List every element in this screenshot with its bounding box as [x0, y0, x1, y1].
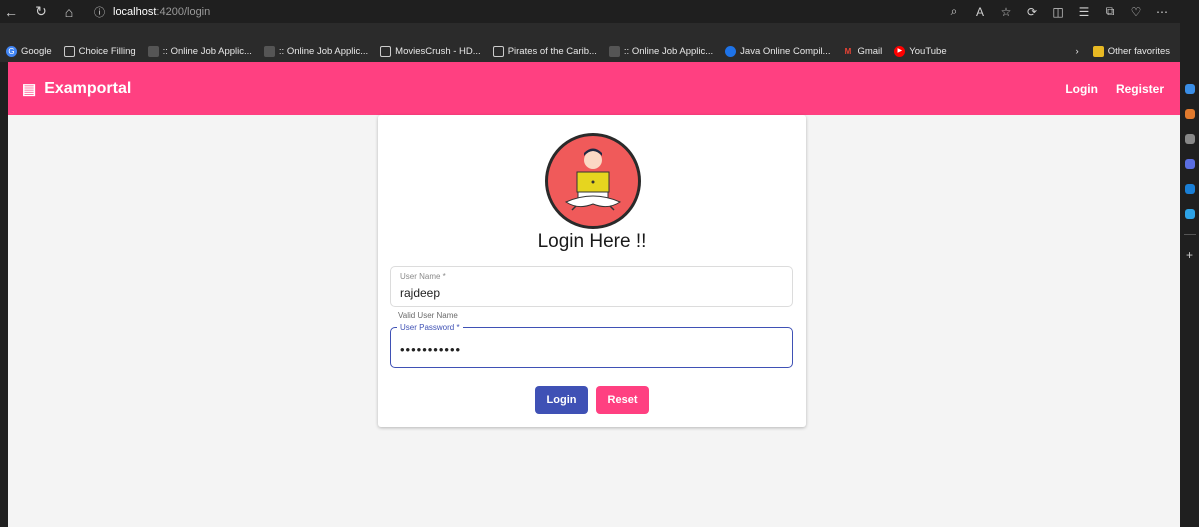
browser-sidebar: + [1180, 0, 1199, 527]
page-content: Login Here !! User Name * rajdeep Valid … [8, 115, 1180, 527]
bookmark-label: :: Online Job Applic... [162, 45, 252, 57]
home-icon[interactable]: ⌂ [58, 2, 80, 22]
page-title: Login Here !! [537, 231, 647, 252]
favorites-icon[interactable]: ☰ [1072, 2, 1096, 22]
page-icon [492, 45, 504, 57]
health-icon[interactable]: ♡ [1124, 2, 1148, 22]
favorite-star-icon[interactable]: ☆ [994, 2, 1018, 22]
folder-icon [1092, 45, 1104, 57]
page-icon [380, 45, 392, 57]
username-label: User Name * [400, 272, 446, 281]
page-icon [63, 45, 75, 57]
bookmark-item[interactable]: :: Online Job Applic... [263, 45, 369, 57]
username-field[interactable]: User Name * rajdeep [390, 266, 793, 307]
tab-strip-spacer [0, 23, 1180, 40]
login-card: Login Here !! User Name * rajdeep Valid … [378, 115, 806, 427]
bookmark-label: Choice Filling [78, 45, 136, 57]
avatar-icon [147, 45, 159, 57]
browser-toolbar: ← ↻ ⌂ ⓘ localhost:4200/login ⌕ A ☆ ⟳ ◫ ☰… [0, 0, 1180, 23]
bookmark-label: Java Online Compil... [740, 45, 831, 57]
brand[interactable]: ▤ Examportal [22, 80, 131, 98]
bookmark-label: YouTube [909, 45, 947, 57]
profile-icon[interactable] [1184, 134, 1195, 144]
send-icon[interactable] [1184, 209, 1195, 219]
app-header: ▤ Examportal Login Register [8, 62, 1180, 115]
nav-register-link[interactable]: Register [1116, 82, 1164, 96]
bookmark-label: Google [21, 45, 52, 57]
bookmark-item[interactable]: M Gmail [842, 45, 883, 57]
address-bar[interactable]: ⓘ localhost:4200/login [94, 4, 210, 20]
nav-login-link[interactable]: Login [1065, 82, 1098, 96]
bookmark-item[interactable]: Pirates of the Carib... [492, 45, 597, 57]
bookmark-label: MoviesCrush - HD... [395, 45, 481, 57]
avatar-icon [608, 45, 620, 57]
bookmark-item[interactable]: Java Online Compil... [725, 45, 831, 57]
sidebar-divider [1183, 234, 1196, 235]
bookmark-item[interactable]: :: Online Job Applic... [147, 45, 252, 57]
bookmark-item[interactable]: G Google [6, 45, 52, 57]
refresh-icon[interactable]: ↻ [30, 2, 52, 22]
brand-name: Examportal [44, 79, 132, 97]
bookmark-item[interactable]: ▶ YouTube [894, 45, 947, 57]
password-input[interactable]: ••••••••••• [400, 342, 461, 357]
bookmark-label: :: Online Job Applic... [278, 45, 369, 57]
search-icon[interactable]: ⌕ [942, 2, 966, 22]
url-host: localhost [113, 5, 157, 18]
password-field[interactable]: User Password * ••••••••••• [390, 323, 793, 368]
collections-icon[interactable]: ⧉ [1098, 2, 1122, 22]
compiler-icon [725, 45, 737, 57]
more-icon[interactable]: ⋯ [1150, 2, 1174, 22]
bookmark-label: Pirates of the Carib... [507, 45, 597, 57]
book-icon: ▤ [22, 80, 37, 98]
url-path: :4200/login [156, 5, 211, 18]
games-icon[interactable] [1184, 159, 1195, 169]
reset-button[interactable]: Reset [596, 386, 649, 414]
bookmark-label: :: Online Job Applic... [623, 45, 714, 57]
youtube-icon: ▶ [894, 45, 906, 57]
username-hint: Valid User Name [398, 311, 458, 320]
avatar-icon [263, 45, 275, 57]
extension-icon[interactable]: ⟳ [1020, 2, 1044, 22]
google-icon: G [6, 45, 17, 57]
login-button[interactable]: Login [535, 386, 588, 414]
copilot-icon[interactable] [1184, 84, 1195, 94]
add-icon[interactable]: + [1186, 249, 1193, 261]
password-label: User Password * [397, 323, 463, 332]
chevron-right-icon[interactable]: › [1076, 46, 1079, 57]
gmail-icon: M [844, 46, 852, 56]
read-aloud-icon[interactable]: A [968, 2, 992, 22]
other-favorites[interactable]: Other favorites [1092, 45, 1170, 57]
bookmark-label: Gmail [857, 45, 883, 57]
info-icon[interactable]: ⓘ [94, 4, 105, 20]
split-screen-icon[interactable]: ◫ [1046, 2, 1070, 22]
bookmarks-bar: G Google Choice Filling :: Online Job App… [0, 40, 1180, 62]
other-favorites-label: Other favorites [1107, 45, 1170, 57]
outlook-icon[interactable] [1184, 184, 1195, 194]
bookmark-item[interactable]: Choice Filling [63, 45, 136, 57]
back-icon[interactable]: ← [0, 2, 22, 22]
shopping-icon[interactable] [1184, 109, 1195, 119]
bookmark-item[interactable]: :: Online Job Applic... [608, 45, 714, 57]
bookmark-item[interactable]: MoviesCrush - HD... [380, 45, 481, 57]
user-laptop-avatar [545, 133, 641, 229]
username-input[interactable]: rajdeep [400, 286, 440, 300]
